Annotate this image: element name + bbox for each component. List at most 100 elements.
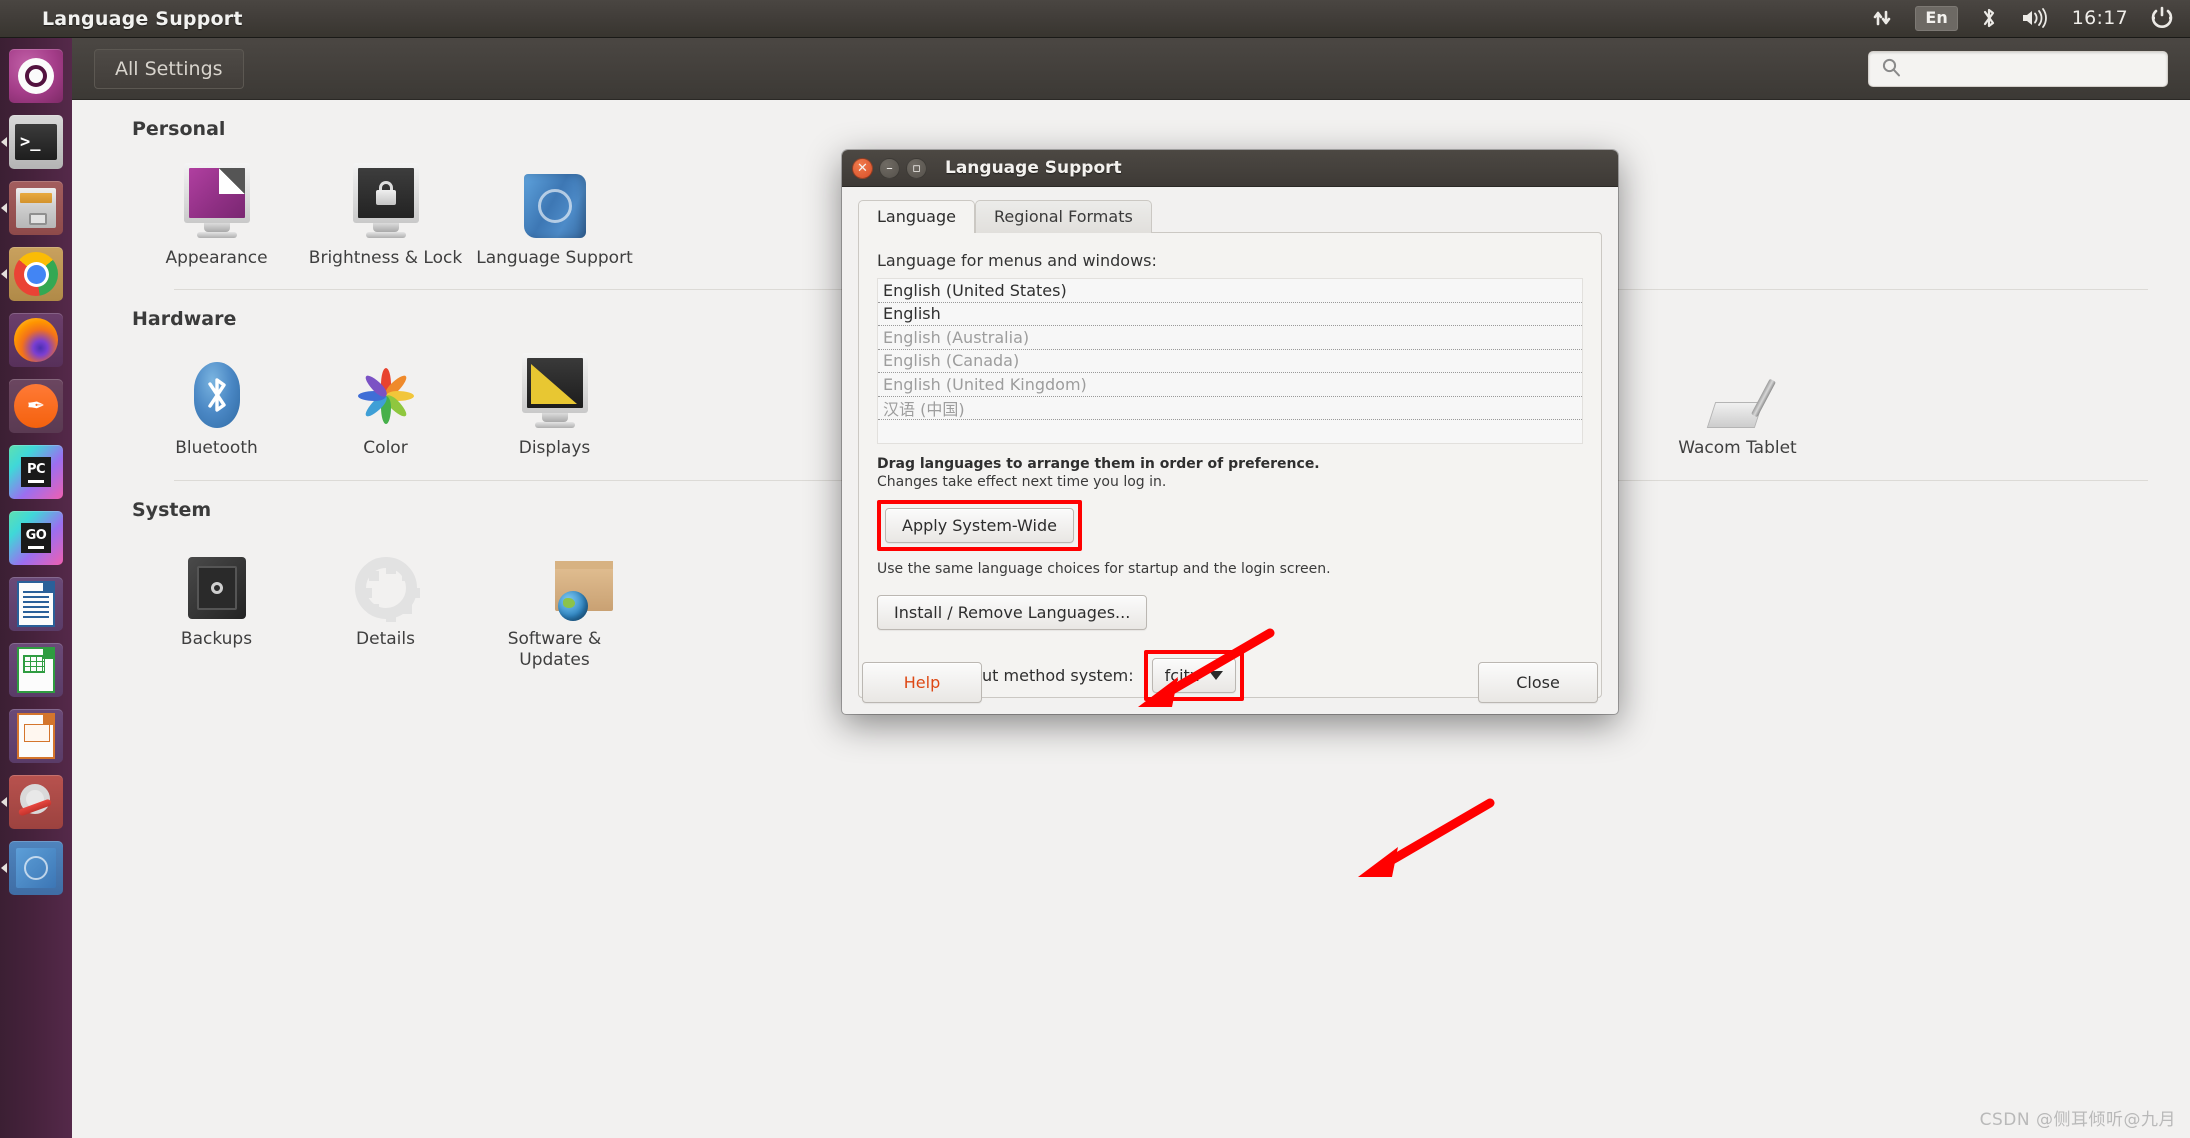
drag-hint: Drag languages to arrange them in order …: [877, 456, 1320, 472]
settings-item-label: Language Support: [476, 248, 633, 268]
list-item[interactable]: English: [878, 301, 1582, 326]
settings-item-color[interactable]: Color: [301, 336, 470, 469]
pycharm-icon: PC: [9, 445, 63, 499]
settings-item-language-support[interactable]: Language Support: [470, 146, 639, 279]
apply-highlight-wrap: Apply System-Wide: [877, 500, 1583, 551]
language-support-launcher-icon: [9, 841, 63, 895]
search-input[interactable]: [1909, 59, 2155, 78]
panel-indicator-area: En 16:17: [1871, 5, 2190, 32]
files-icon: [9, 181, 63, 235]
launcher-item-system-settings[interactable]: [0, 770, 72, 834]
search-icon: [1881, 57, 1901, 81]
launcher-item-google-chrome[interactable]: [0, 242, 72, 306]
appearance-icon: [132, 158, 301, 238]
minimize-icon[interactable]: –: [879, 157, 900, 179]
settings-item-details[interactable]: Details: [301, 527, 470, 682]
panel-app-title[interactable]: Language Support: [42, 8, 243, 30]
pycharm-badge-text: PC: [26, 461, 46, 477]
launcher-item-terminal[interactable]: >_: [0, 110, 72, 174]
volume-icon[interactable]: [2020, 7, 2050, 29]
launcher-item-libreoffice-writer[interactable]: [0, 572, 72, 636]
goland-badge-text: GO: [25, 527, 47, 543]
launcher-item-goland[interactable]: GO: [0, 506, 72, 570]
impress-icon: [9, 709, 63, 763]
details-icon: [301, 539, 470, 622]
launcher-item-files[interactable]: [0, 176, 72, 240]
writer-icon: [9, 577, 63, 631]
language-support-icon: [470, 158, 639, 238]
list-item[interactable]: English (United Kingdom): [878, 372, 1582, 397]
list-item-empty[interactable]: [878, 419, 1582, 443]
color-icon: [301, 348, 470, 428]
apply-system-wide-button[interactable]: Apply System-Wide: [885, 508, 1074, 543]
dialog-titlebar[interactable]: ✕ – ▫ Language Support: [842, 150, 1618, 187]
install-remove-languages-button[interactable]: Install / Remove Languages...: [877, 595, 1148, 630]
launcher-item-postman[interactable]: ✒: [0, 374, 72, 438]
settings-item-bluetooth[interactable]: Bluetooth: [132, 336, 301, 469]
terminal-icon: >_: [9, 115, 63, 169]
language-support-dialog: ✕ – ▫ Language Support Language Regional…: [842, 150, 1618, 714]
launcher-item-libreoffice-impress[interactable]: [0, 704, 72, 768]
postman-icon: ✒: [9, 379, 63, 433]
bluetooth-icon[interactable]: [1980, 6, 1998, 30]
list-item[interactable]: English (United States): [878, 279, 1582, 303]
language-list-label: Language for menus and windows:: [877, 251, 1157, 270]
launcher-item-language-support[interactable]: [0, 836, 72, 900]
list-item[interactable]: English (Australia): [878, 325, 1582, 350]
ubuntu-logo-icon: [9, 49, 63, 103]
desktop-screen: Language Support En 16:17 >_ ✒ PC GO All…: [0, 0, 2190, 1138]
list-item[interactable]: English (Canada): [878, 348, 1582, 373]
search-box[interactable]: [1868, 50, 2168, 87]
launcher-item-firefox[interactable]: [0, 308, 72, 372]
network-icon[interactable]: [1871, 7, 1893, 29]
close-icon[interactable]: ✕: [852, 157, 873, 179]
maximize-icon[interactable]: ▫: [906, 157, 927, 179]
calc-icon: [9, 643, 63, 697]
brightness-lock-icon: [301, 158, 470, 238]
running-pip-left: [1, 203, 7, 213]
login-hint: Changes take effect next time you log in…: [877, 474, 1167, 490]
tab-regional-formats[interactable]: Regional Formats: [974, 200, 1152, 233]
session-gear-icon[interactable]: [2150, 6, 2174, 30]
running-pip-left: [1, 863, 7, 873]
firefox-icon: [9, 313, 63, 367]
dialog-title: Language Support: [945, 158, 1122, 178]
settings-toolbar: All Settings: [72, 38, 2190, 100]
system-settings-icon: [9, 775, 63, 829]
settings-item-displays[interactable]: Displays: [470, 336, 639, 469]
chrome-icon: [9, 247, 63, 301]
settings-item-label: Color: [363, 438, 408, 459]
red-highlight-box: Apply System-Wide: [877, 500, 1082, 551]
keyboard-layout-badge[interactable]: En: [1915, 5, 1958, 32]
all-settings-button[interactable]: All Settings: [94, 48, 244, 89]
launcher-item-pycharm[interactable]: PC: [0, 440, 72, 504]
settings-item-wacom-tablet[interactable]: Wacom Tablet: [1653, 336, 1822, 469]
tab-language[interactable]: Language: [858, 200, 975, 233]
section-title-personal: Personal: [132, 118, 226, 140]
settings-item-label: Wacom Tablet: [1678, 438, 1797, 459]
list-item[interactable]: 汉语 (中国): [878, 395, 1582, 420]
settings-item-label: Software & Updates: [507, 628, 602, 670]
unity-launcher: >_ ✒ PC GO: [0, 38, 72, 1138]
displays-icon: [470, 348, 639, 429]
dialog-footer: Help Close: [842, 650, 1618, 714]
settings-item-label: Details: [356, 628, 415, 649]
backups-icon: [132, 539, 301, 619]
settings-item-brightness-lock[interactable]: Brightness & Lock: [301, 146, 470, 279]
settings-item-appearance[interactable]: Appearance: [132, 146, 301, 279]
running-pip-left: [1, 137, 7, 147]
settings-item-software-updates[interactable]: Software & Updates: [470, 527, 639, 682]
settings-item-label: Brightness & Lock: [308, 248, 463, 268]
goland-icon: GO: [9, 511, 63, 565]
clock[interactable]: 16:17: [2072, 7, 2128, 29]
launcher-item-dash-ubuntu[interactable]: [0, 44, 72, 108]
dialog-body: Language Regional Formats Language for m…: [842, 187, 1618, 701]
running-pip-left: [1, 269, 7, 279]
close-button[interactable]: Close: [1478, 661, 1598, 703]
language-list[interactable]: English (United States) English English …: [877, 278, 1583, 444]
help-button[interactable]: Help: [862, 661, 982, 703]
running-pip-left: [1, 797, 7, 807]
launcher-item-libreoffice-calc[interactable]: [0, 638, 72, 702]
settings-item-label: Bluetooth: [175, 438, 258, 459]
settings-item-backups[interactable]: Backups: [132, 527, 301, 682]
